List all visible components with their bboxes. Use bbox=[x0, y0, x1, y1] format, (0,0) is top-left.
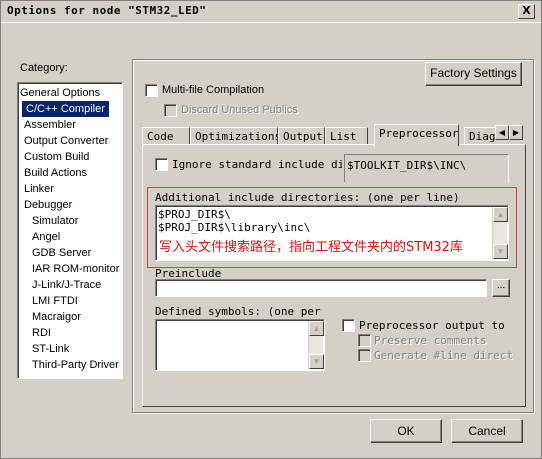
include-scrollbar[interactable]: ▲ ▼ bbox=[492, 207, 508, 259]
category-item[interactable]: General Options bbox=[20, 85, 100, 101]
preserve-comments-label: Preserve comments bbox=[374, 334, 487, 347]
discard-unused-checkbox[interactable] bbox=[164, 104, 177, 117]
tab-scroll-right[interactable]: ▶ bbox=[509, 125, 523, 140]
category-item[interactable]: IAR ROM-monitor bbox=[32, 261, 119, 277]
arrow-down-icon: ▼ bbox=[496, 247, 505, 256]
pp-output-label: Preprocessor output to bbox=[359, 319, 505, 332]
include-line: $PROJ_DIR$\library\inc\ bbox=[158, 221, 311, 234]
tab-code[interactable]: Code bbox=[142, 127, 190, 145]
factory-settings-button[interactable]: Factory Settings bbox=[425, 62, 522, 86]
window-title: Options for node "STM32_LED" bbox=[7, 4, 207, 17]
scroll-up-button[interactable]: ▲ bbox=[309, 321, 324, 336]
category-item[interactable]: ST-Link bbox=[32, 341, 69, 357]
annotation-text: 写入头文件搜索路径，指向工程文件夹内的STM32库 bbox=[159, 236, 463, 255]
tab-optimizations[interactable]: Optimizations bbox=[190, 127, 278, 145]
category-item[interactable]: Build Actions bbox=[24, 165, 87, 181]
scroll-down-button[interactable]: ▼ bbox=[309, 354, 324, 369]
discard-unused-label: Discard Unused Publics bbox=[181, 104, 298, 116]
scroll-down-button[interactable]: ▼ bbox=[493, 244, 508, 259]
multi-file-checkbox[interactable] bbox=[145, 84, 158, 97]
arrow-down-icon: ▼ bbox=[312, 357, 321, 366]
preserve-comments-checkbox[interactable] bbox=[358, 334, 371, 347]
close-icon: X bbox=[522, 4, 531, 17]
tab-diagnostics[interactable]: Diagn bbox=[464, 127, 498, 145]
arrow-right-icon: ▶ bbox=[512, 128, 520, 137]
additional-include-label: Additional include directories: (one per… bbox=[155, 191, 460, 204]
category-item[interactable]: Debugger bbox=[24, 197, 72, 213]
multi-file-label: Multi-file Compilation bbox=[162, 84, 265, 96]
category-item[interactable]: Linker bbox=[24, 181, 54, 197]
category-item[interactable]: Custom Build bbox=[24, 149, 89, 165]
arrow-up-icon: ▲ bbox=[312, 324, 321, 333]
ignore-std-include-checkbox[interactable] bbox=[155, 158, 168, 171]
pp-output-checkbox[interactable] bbox=[342, 319, 355, 332]
title-bar[interactable]: Options for node "STM32_LED" X bbox=[1, 1, 541, 23]
category-label: Category: bbox=[20, 62, 68, 74]
tab-scroll-left[interactable]: ◀ bbox=[495, 125, 509, 140]
category-item[interactable]: J-Link/J-Trace bbox=[32, 277, 101, 293]
tab-strip: Code Optimizations Output List Preproces… bbox=[142, 124, 526, 146]
tab-preprocessor[interactable]: Preprocessor bbox=[374, 124, 459, 146]
options-dialog: Options for node "STM32_LED" X Category:… bbox=[0, 0, 542, 459]
category-item[interactable]: C/C++ Compiler bbox=[22, 101, 109, 117]
category-item[interactable]: GDB Server bbox=[32, 245, 91, 261]
defined-symbols-input[interactable]: ▲ ▼ bbox=[155, 319, 325, 371]
preinclude-browse-button[interactable]: ... bbox=[492, 279, 510, 297]
tab-list[interactable]: List bbox=[325, 127, 368, 145]
category-item[interactable]: Assembler bbox=[24, 117, 76, 133]
category-item[interactable]: Output Converter bbox=[24, 133, 108, 149]
arrow-up-icon: ▲ bbox=[496, 210, 505, 219]
category-item[interactable]: Simulator bbox=[32, 213, 78, 229]
category-item[interactable]: Third-Party Driver bbox=[32, 357, 119, 373]
generate-line-label: Generate #line directiv bbox=[374, 349, 514, 362]
defined-scrollbar[interactable]: ▲ ▼ bbox=[308, 321, 324, 369]
defined-symbols-label: Defined symbols: (one per bbox=[155, 305, 321, 318]
ok-button[interactable]: OK bbox=[370, 419, 442, 443]
cancel-button[interactable]: Cancel bbox=[451, 419, 523, 443]
ignore-std-include-label: Ignore standard include dire bbox=[172, 158, 342, 171]
close-button[interactable]: X bbox=[518, 4, 535, 19]
tab-output[interactable]: Output bbox=[278, 127, 325, 145]
category-item[interactable]: Angel bbox=[32, 229, 60, 245]
category-item[interactable]: RDI bbox=[32, 325, 51, 341]
include-line: $PROJ_DIR$\ bbox=[158, 208, 231, 221]
arrow-left-icon: ◀ bbox=[498, 128, 506, 137]
category-item[interactable]: Macraigor bbox=[32, 309, 81, 325]
preinclude-input[interactable] bbox=[155, 279, 487, 297]
category-item[interactable]: LMI FTDI bbox=[32, 293, 78, 309]
generate-line-checkbox[interactable] bbox=[358, 349, 371, 362]
toolkit-dir-field: $TOOLKIT_DIR$\INC\ bbox=[344, 154, 509, 182]
scroll-up-button[interactable]: ▲ bbox=[493, 207, 508, 222]
category-list[interactable]: General Options C/C++ Compiler Assembler Ou… bbox=[17, 82, 123, 379]
